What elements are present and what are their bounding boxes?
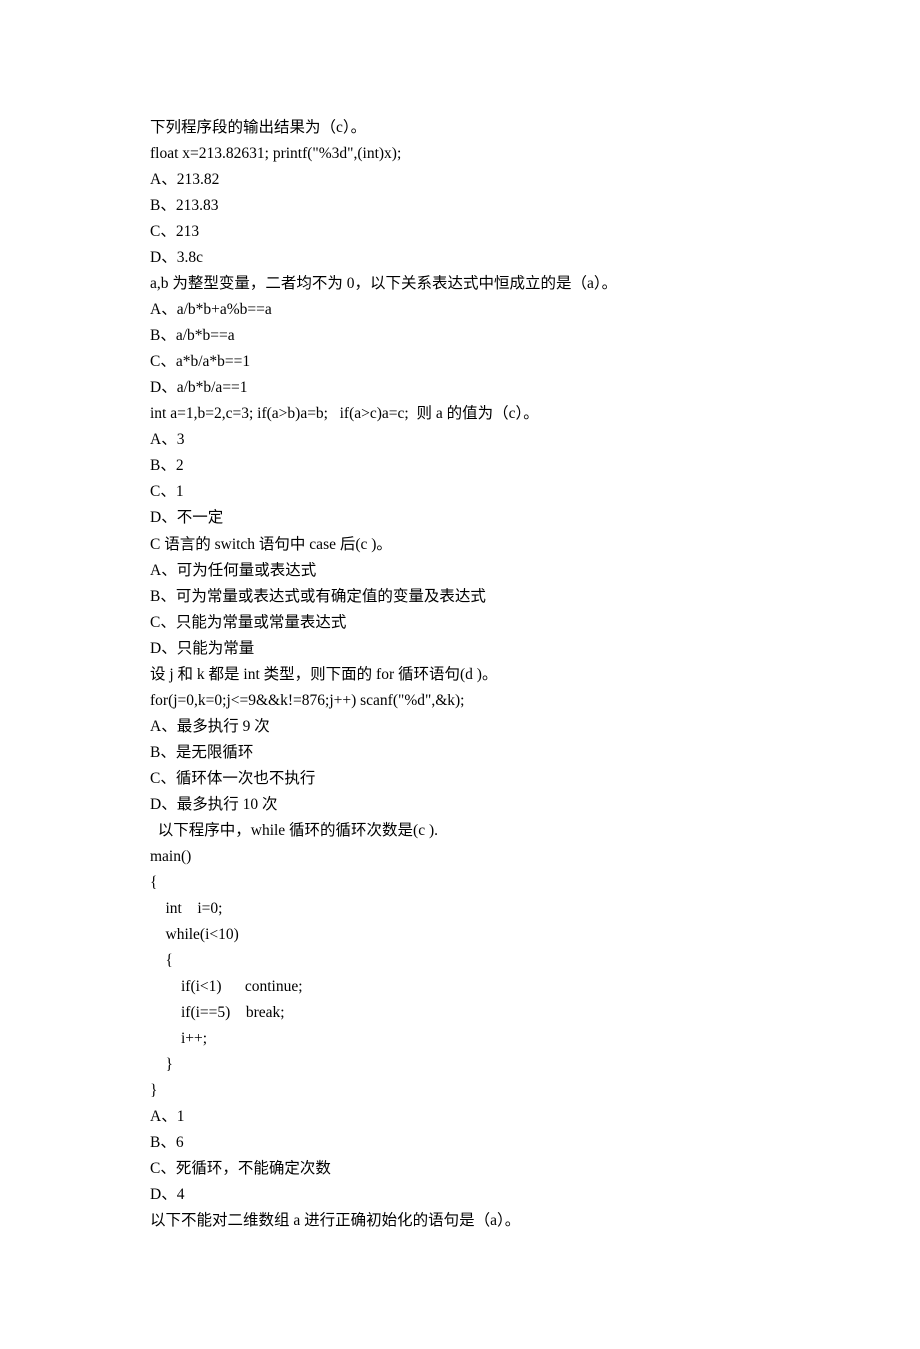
text-line: B、是无限循环 [150, 740, 770, 766]
text-line: 设 j 和 k 都是 int 类型，则下面的 for 循环语句(d )。 [150, 662, 770, 688]
text-line: A、213.82 [150, 167, 770, 193]
text-line: { [150, 870, 770, 896]
text-line: C、a*b/a*b==1 [150, 349, 770, 375]
text-line: C、死循环，不能确定次数 [150, 1156, 770, 1182]
text-line: i++; [150, 1026, 770, 1052]
text-line: if(i<1) continue; [150, 974, 770, 1000]
text-line: D、a/b*b/a==1 [150, 375, 770, 401]
text-line: C、213 [150, 219, 770, 245]
text-line: float x=213.82631; printf("%3d",(int)x); [150, 141, 770, 167]
text-line: D、最多执行 10 次 [150, 792, 770, 818]
text-line: a,b 为整型变量，二者均不为 0，以下关系表达式中恒成立的是（a）。 [150, 271, 770, 297]
text-line: C 语言的 switch 语句中 case 后(c )。 [150, 532, 770, 558]
text-line: for(j=0,k=0;j<=9&&k!=876;j++) scanf("%d"… [150, 688, 770, 714]
text-line: D、不一定 [150, 505, 770, 531]
text-line: D、4 [150, 1182, 770, 1208]
text-line: A、a/b*b+a%b==a [150, 297, 770, 323]
text-line: A、3 [150, 427, 770, 453]
text-line: } [150, 1052, 770, 1078]
text-line: 以下程序中，while 循环的循环次数是(c ). [150, 818, 770, 844]
text-line: A、1 [150, 1104, 770, 1130]
text-line: while(i<10) [150, 922, 770, 948]
text-line: int i=0; [150, 896, 770, 922]
text-line: B、可为常量或表达式或有确定值的变量及表达式 [150, 584, 770, 610]
text-line: main() [150, 844, 770, 870]
document-page: 下列程序段的输出结果为（c）。 float x=213.82631; print… [0, 0, 920, 1349]
text-line: A、最多执行 9 次 [150, 714, 770, 740]
text-line: 以下不能对二维数组 a 进行正确初始化的语句是（a）。 [150, 1208, 770, 1234]
text-line: D、只能为常量 [150, 636, 770, 662]
text-line: C、循环体一次也不执行 [150, 766, 770, 792]
text-line: if(i==5) break; [150, 1000, 770, 1026]
text-line: A、可为任何量或表达式 [150, 558, 770, 584]
text-line: int a=1,b=2,c=3; if(a>b)a=b; if(a>c)a=c;… [150, 401, 770, 427]
text-line: C、1 [150, 479, 770, 505]
text-line: 下列程序段的输出结果为（c）。 [150, 115, 770, 141]
text-line: C、只能为常量或常量表达式 [150, 610, 770, 636]
text-line: B、213.83 [150, 193, 770, 219]
text-line: } [150, 1078, 770, 1104]
text-line: B、6 [150, 1130, 770, 1156]
text-line: B、a/b*b==a [150, 323, 770, 349]
text-line: B、2 [150, 453, 770, 479]
text-line: { [150, 948, 770, 974]
text-line: D、3.8c [150, 245, 770, 271]
